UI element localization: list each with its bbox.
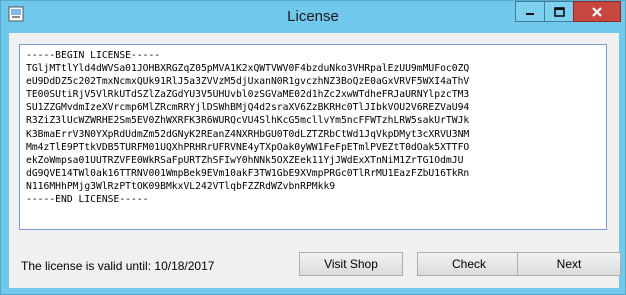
license-line: eU9DdDZ5c202TmxNcmxQUk91RlJ5a3ZVVzM5djUx…	[26, 76, 470, 88]
license-window: License -----BEGIN LICENSE----- TGljMTtl…	[0, 0, 626, 295]
license-line: -----END LICENSE-----	[26, 194, 149, 206]
license-text-area[interactable]: -----BEGIN LICENSE----- TGljMTtlYld4dWVS…	[19, 44, 607, 230]
minimize-button[interactable]	[515, 1, 544, 22]
license-line: ekZoWmpsa01UUTRZVFE0WkRSaFpURTZhSFIwY0hN…	[26, 154, 464, 166]
license-line: Mm4zTlE9PTtkVDB5TURFM01UQXhPRHRrUFRVNE4y…	[26, 141, 470, 153]
dialog-body: -----BEGIN LICENSE----- TGljMTtlYld4dWVS…	[9, 33, 621, 288]
license-line: TGljMTtlYld4dWVSa01JOHBXRGZqZ05pMVA1K2xQ…	[26, 63, 470, 75]
next-button[interactable]: Next	[517, 252, 621, 276]
license-valid-until-label: The license is valid until: 10/18/2017	[21, 259, 215, 273]
license-line: N116MHhPMjg3WlRzPTtOK09BMkxVL242VTlqbFZZ…	[26, 180, 336, 192]
license-line: dG9QVE14TWl0ak16TTRNV001WmpBek9EVm10akF3…	[26, 167, 470, 179]
check-button[interactable]: Check	[417, 252, 521, 276]
license-line: K3BmaErrV3N0YXpRdUdmZm52dGNyK2REanZ4NXRH…	[26, 128, 470, 140]
minimize-icon	[526, 12, 534, 15]
close-icon	[592, 6, 602, 17]
license-line: R3ZiZ3lUcWZWRHE2Sm5EV0ZhWXRFK3R6WURQcVU4…	[26, 115, 470, 127]
close-button[interactable]	[573, 1, 621, 22]
visit-shop-button[interactable]: Visit Shop	[299, 252, 403, 276]
title-bar[interactable]: License	[1, 1, 625, 33]
license-line: TE00SUtiRjV5VlRkUTdSZlZaZGdYU3V5UHUvbl0z…	[26, 89, 470, 101]
maximize-button[interactable]	[544, 1, 573, 22]
license-line: SU1ZZGMvdmIzeXVrcmp6MlZRcmRRYjlDSWhBMjQ4…	[26, 102, 470, 114]
maximize-icon	[553, 6, 565, 17]
license-line: -----BEGIN LICENSE-----	[26, 50, 161, 61]
